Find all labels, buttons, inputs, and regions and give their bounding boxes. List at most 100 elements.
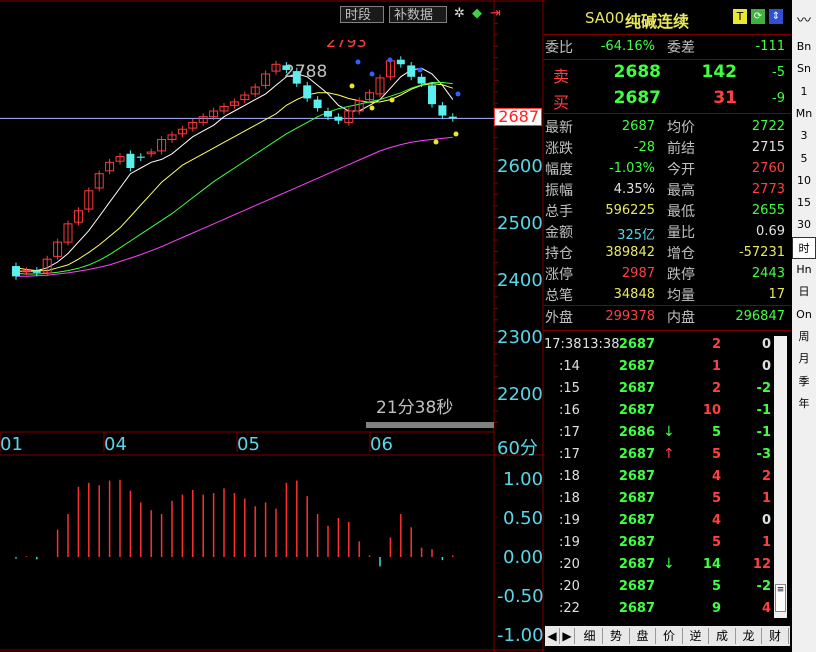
period-option[interactable]: Sn [792, 58, 816, 80]
field-label: 最新 [545, 120, 573, 136]
tick-volume: 14 [702, 557, 721, 572]
tick-price: 2687 [618, 469, 655, 484]
field-value: 0.69 [756, 224, 785, 239]
period-option[interactable]: 15 [792, 192, 816, 214]
tick-time: :19 [559, 513, 580, 528]
field-label: 跌停 [667, 267, 695, 283]
period-option[interactable]: 月 [792, 348, 816, 370]
field-label: 最高 [667, 183, 695, 199]
peak-price-label: 2788 [284, 62, 328, 82]
field-value: 17 [768, 287, 785, 302]
diamond-icon[interactable]: ◆ [472, 7, 486, 21]
bottom-tab[interactable]: 成 [710, 628, 736, 644]
expand-right-icon[interactable]: ⇥ [490, 7, 504, 21]
tick-time: :17 [559, 425, 580, 440]
scroll-updown-icon[interactable]: ⇕ [769, 9, 783, 24]
symbol-name: 纯碱连续 [625, 12, 690, 31]
trend-line-icon[interactable]: 〰 [792, 10, 816, 32]
timeline-button[interactable]: 时段 [340, 6, 384, 23]
tick-scrollbar[interactable]: ≡ [774, 336, 787, 618]
tick-volume: 5 [711, 579, 721, 594]
quote-field-row: 涨跌 -28 前结 2715 [543, 138, 791, 159]
period-option[interactable]: 年 [792, 393, 816, 415]
quote-field-row: 振幅 4.35% 最高 2773 [543, 180, 791, 201]
field-value: 2687 [621, 119, 655, 134]
macd-tick-neg-1: -1.00 [497, 625, 544, 646]
period-option[interactable]: Bn [792, 36, 816, 58]
tick-price: 2687 [618, 403, 655, 418]
period-option[interactable]: On [792, 304, 816, 326]
tick-row: :15 2687 2 -2 [543, 378, 791, 400]
quote-header: SA00 纯碱连续 T ⟳ ⇕ [543, 0, 791, 35]
period-option[interactable]: 1 [792, 81, 816, 103]
text-info-icon[interactable]: T [733, 9, 747, 24]
tick-price: 2687 [618, 579, 655, 594]
field-label: 涨跌 [545, 141, 573, 157]
field-value: 2760 [751, 161, 785, 176]
fill-data-button[interactable]: 补数据 [389, 6, 447, 23]
bid-row: 买 2687 31 -9 [543, 88, 791, 112]
signal-dot [453, 131, 459, 137]
tick-volume: 2 [711, 337, 721, 352]
tick-oi-change: 1 [761, 535, 771, 550]
period-option[interactable]: 周 [792, 326, 816, 348]
candle-body [324, 111, 332, 117]
bottom-tab[interactable]: 龙 [736, 628, 762, 644]
gear-icon[interactable]: ✲ [454, 7, 468, 21]
field-value: -28 [633, 140, 655, 155]
ma-line-ma10 [15, 83, 453, 272]
countdown-bar [366, 422, 494, 428]
field-value: 2987 [621, 266, 655, 281]
tick-time: :17 [559, 447, 580, 462]
tab-next-icon[interactable]: ▶ [560, 628, 575, 644]
signal-dot [369, 105, 375, 111]
tick-time: :18 [559, 491, 580, 506]
tick-oi-change: 4 [761, 601, 771, 616]
tick-row: :14 2687 1 0 [543, 356, 791, 378]
tick-price: 2687 [618, 557, 655, 572]
candle-body [448, 116, 457, 119]
tick-price: 2687 [618, 601, 655, 616]
period-option[interactable]: 30 [792, 214, 816, 236]
bottom-tab[interactable]: 细 [577, 628, 603, 644]
bottom-tab[interactable]: 势 [604, 628, 630, 644]
countdown-label: 21分38秒 [376, 398, 454, 418]
candle-body [417, 76, 426, 84]
tick-time: :15 [559, 381, 580, 396]
period-option[interactable]: Mn [792, 103, 816, 125]
field-label: 量比 [667, 225, 695, 241]
period-option[interactable]: 10 [792, 170, 816, 192]
weicha-value: -111 [755, 39, 785, 54]
scrollbar-thumb[interactable]: ≡ [775, 584, 786, 612]
tick-volume: 5 [711, 491, 721, 506]
macd-tick-0: 0.00 [503, 547, 544, 568]
link-icon[interactable]: ⟳ [751, 9, 765, 24]
period-option[interactable]: 时 [792, 236, 816, 259]
period-option[interactable]: 3 [792, 125, 816, 147]
period-label[interactable]: 60分 [497, 434, 538, 460]
bottom-tab[interactable]: 盘 [630, 628, 656, 644]
y-tick-2200: 2200 [497, 384, 543, 405]
period-option[interactable]: 5 [792, 148, 816, 170]
bottom-tab[interactable]: 财 [763, 628, 789, 644]
tab-prev-icon[interactable]: ◀ [545, 628, 560, 644]
tick-row: :20 2687 5 -2 [543, 576, 791, 598]
tick-volume: 2 [711, 381, 721, 396]
bottom-tab[interactable]: 价 [657, 628, 683, 644]
outer-inner-row: 外盘 299378 内盘 296847 [543, 307, 791, 328]
quote-panel: SA00 纯碱连续 T ⟳ ⇕ 委比 -64.16% 委差 -111 卖 268… [543, 0, 791, 652]
field-value: 325亿 [617, 228, 655, 243]
period-option[interactable]: 季 [792, 371, 816, 393]
buy-change: -9 [772, 91, 785, 106]
field-label: 最低 [667, 204, 695, 220]
field-value: 2443 [751, 266, 785, 281]
field-label: 总笔 [545, 288, 573, 304]
x-tick-05: 05 [237, 434, 260, 455]
period-option[interactable]: Hn [792, 259, 816, 281]
tick-time: :16 [559, 403, 580, 418]
bottom-tab[interactable]: 逆 [683, 628, 709, 644]
quote-field-row: 总手 596225 最低 2655 [543, 201, 791, 222]
signal-dot [355, 59, 361, 65]
period-option[interactable]: 日 [792, 281, 816, 303]
kline-chart[interactable] [0, 0, 545, 652]
